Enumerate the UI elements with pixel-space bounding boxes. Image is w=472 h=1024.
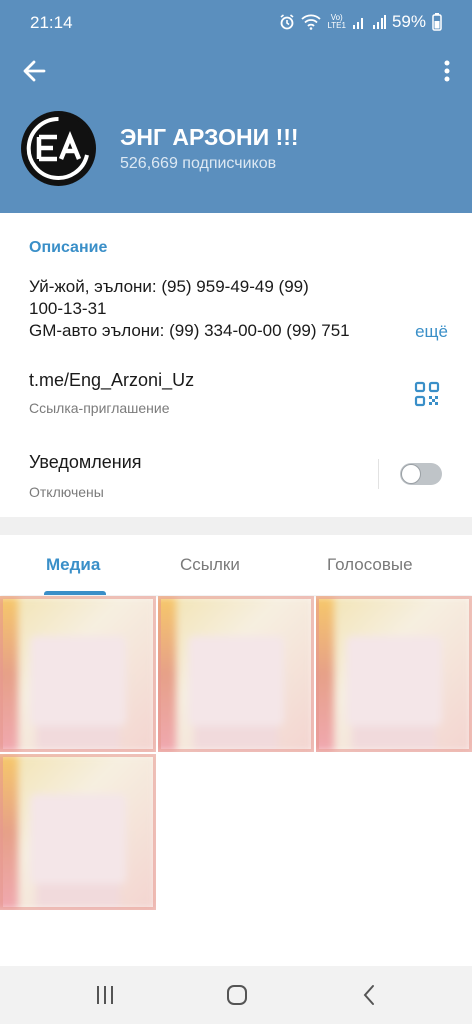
recent-apps-button[interactable] <box>90 980 120 1010</box>
description-text[interactable]: Уй-жой, эълони: (95) 959-49-49 (99) 100-… <box>29 276 449 342</box>
divider <box>378 459 379 489</box>
thumbnail-frame <box>0 754 156 910</box>
home-button[interactable] <box>222 980 252 1010</box>
qr-code-icon <box>414 381 440 407</box>
description-line: Уй-жой, эълони: (95) 959-49-49 (99) <box>29 277 309 296</box>
arrow-left-icon <box>23 60 46 82</box>
notifications-toggle[interactable] <box>400 463 442 485</box>
thumbnail-frame <box>158 596 314 752</box>
signal-icon <box>372 15 386 29</box>
volte-icon: Vo) LTE1 <box>327 13 346 30</box>
media-thumbnail[interactable] <box>158 596 314 752</box>
wifi-icon <box>301 14 322 30</box>
back-nav-button[interactable] <box>355 980 385 1010</box>
channel-header: 21:14 Vo) LTE1 59% ЭНГ АРЗОНИ !!! 526,669… <box>0 0 472 213</box>
tab-voice[interactable]: Голосовые <box>327 555 413 575</box>
notifications-status: Отключены <box>29 484 104 500</box>
more-menu-button[interactable] <box>440 56 454 86</box>
back-button[interactable] <box>18 54 52 88</box>
channel-logo <box>24 114 93 183</box>
media-thumbnail[interactable] <box>316 596 472 752</box>
recent-apps-icon <box>97 986 113 1004</box>
invite-link-label: Ссылка-приглашение <box>29 400 170 416</box>
alarm-icon <box>280 14 294 30</box>
show-more-link[interactable]: ещё <box>393 321 448 343</box>
home-icon <box>227 985 247 1005</box>
status-time: 21:14 <box>30 13 73 32</box>
status-icons: Vo) LTE1 59% <box>279 12 442 32</box>
media-thumbnail[interactable] <box>0 596 156 752</box>
toggle-knob <box>401 464 421 484</box>
system-nav-bar <box>0 966 472 1024</box>
tab-links[interactable]: Ссылки <box>180 555 240 575</box>
signal-icon <box>352 18 363 29</box>
media-thumbnail[interactable] <box>0 754 156 910</box>
qr-code-button[interactable] <box>414 381 440 407</box>
channel-title: ЭНГ АРЗОНИ !!! <box>120 124 299 150</box>
status-bar: 21:14 Vo) LTE1 59% <box>0 0 472 44</box>
subscriber-count: 526,669 подписчиков <box>120 155 277 172</box>
invite-link[interactable]: t.me/Eng_Arzoni_Uz <box>29 370 194 391</box>
description-line: GM-авто эълони: (99) 334-00-00 (99) 751 <box>29 321 350 340</box>
description-label: Описание <box>29 239 108 256</box>
media-tabs: Медиа Ссылки Голосовые <box>0 535 472 595</box>
channel-avatar[interactable] <box>21 111 96 186</box>
battery-percent: 59% <box>391 12 426 31</box>
tab-media[interactable]: Медиа <box>46 555 100 575</box>
notifications-title: Уведомления <box>29 452 142 472</box>
section-divider <box>0 517 472 535</box>
battery-icon <box>432 13 442 31</box>
more-vertical-icon <box>444 60 450 82</box>
back-icon <box>363 985 374 1005</box>
tab-indicator <box>44 591 106 595</box>
thumbnail-frame <box>0 596 156 752</box>
channel-info: Описание Уй-жой, эълони: (95) 959-49-49 … <box>0 213 472 517</box>
thumbnail-frame <box>316 596 472 752</box>
description-line: 100-13-31 <box>29 299 107 318</box>
